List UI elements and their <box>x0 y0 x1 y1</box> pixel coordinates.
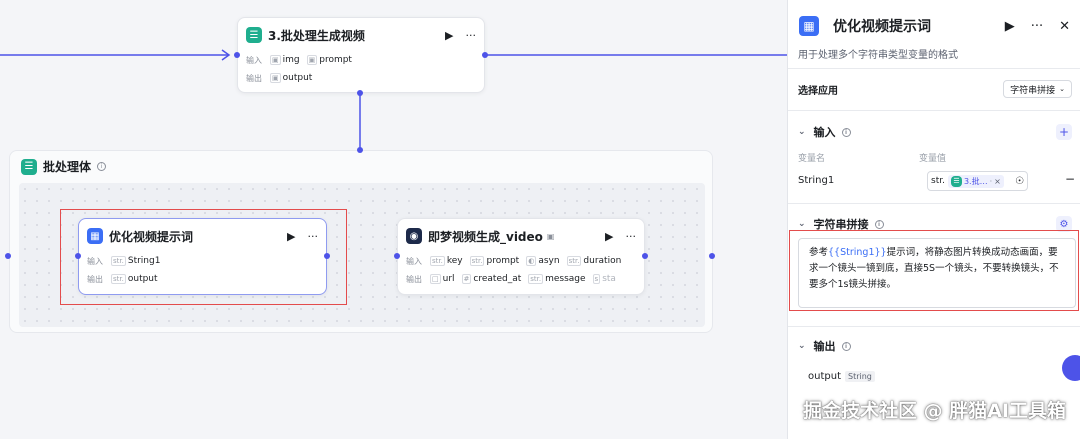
select-app-dropdown[interactable]: 字符串拼接 ⌄ <box>1003 80 1072 98</box>
output-label: 输出 <box>406 274 422 284</box>
input-prompt: ▣ prompt <box>306 55 352 65</box>
info-icon: i <box>874 219 884 229</box>
input-var-value-field[interactable]: str. ☰ 3.批… · × ☉ <box>927 171 1028 191</box>
input-var-name[interactable]: String1 <box>798 175 834 186</box>
input-img: ▣ img <box>270 55 300 65</box>
divider <box>788 110 1080 111</box>
variable-picker-icon[interactable]: ☉ <box>1015 176 1024 187</box>
play-icon[interactable]: ▶ <box>445 29 453 42</box>
remove-input-icon[interactable]: − <box>1065 172 1075 186</box>
port-group-in[interactable] <box>5 253 11 259</box>
input-label: 输入 <box>246 55 262 65</box>
reference-chip[interactable]: ☰ 3.批… · × <box>947 174 1004 188</box>
node-title: 3.批处理生成视频 <box>268 28 365 43</box>
watermark: 掘金技术社区 @ 胖猫AI工具箱 <box>802 400 1066 422</box>
input-label: 输入 <box>406 256 422 266</box>
output-created-at: # created_at <box>461 274 522 284</box>
output-output: ▣ output <box>270 73 313 83</box>
object-type-icon: □ <box>430 274 441 284</box>
output-type-badge: String <box>844 371 875 382</box>
node-config-panel: ▦ 优化视频提示词 ▶ ··· ✕ 用于处理多个字符串类型变量的格式 选择应用 … <box>787 0 1080 439</box>
port-bottom[interactable] <box>357 90 363 96</box>
close-icon[interactable]: ✕ <box>1059 19 1070 34</box>
image-type-icon: ▣ <box>306 55 318 65</box>
layers-icon: ☰ <box>950 175 962 187</box>
info-icon: i <box>841 341 851 351</box>
divider <box>788 68 1080 69</box>
info-icon: i <box>97 162 107 171</box>
string-type-icon: s <box>592 274 601 284</box>
highlight-box-template <box>789 230 1079 311</box>
plugin-badge-icon: ▣ <box>546 231 555 241</box>
text-process-icon: ▦ <box>799 16 819 36</box>
output-section-title: 输出 <box>813 340 836 353</box>
chevron-down-icon[interactable]: ⌄ <box>798 127 806 137</box>
input-duration: str. duration <box>566 256 622 266</box>
divider <box>788 203 1080 204</box>
chevron-down-icon[interactable]: ⌄ <box>798 219 806 229</box>
highlight-box-node <box>60 209 347 305</box>
col-var-value: 变量值 <box>919 154 947 164</box>
port-group-out[interactable] <box>709 253 715 259</box>
col-var-name: 变量名 <box>798 154 826 164</box>
chevron-down-icon[interactable]: ⌄ <box>798 341 806 351</box>
layers-icon: ☰ <box>246 27 262 43</box>
node-jimeng-video[interactable]: ◉ 即梦视频生成_video ▣ ▶ ··· 输入 str. key str. pr… <box>397 218 645 295</box>
play-icon[interactable]: ▶ <box>605 230 613 243</box>
clear-icon[interactable]: × <box>994 177 1001 186</box>
output-message: str. message <box>528 274 586 284</box>
info-icon: i <box>841 127 851 137</box>
input-section-title: 输入 <box>813 126 836 139</box>
more-icon[interactable]: ··· <box>1031 19 1043 34</box>
add-input-button[interactable]: + <box>1056 124 1072 140</box>
port-in[interactable] <box>234 52 240 58</box>
port-out[interactable] <box>642 253 648 259</box>
output-var-name: output <box>808 371 841 382</box>
port-group-top[interactable] <box>357 147 363 153</box>
divider <box>788 326 1080 327</box>
node-title: 即梦视频生成_video <box>428 229 543 244</box>
chevron-down-icon: ⌄ <box>1059 85 1065 93</box>
panel-title: 优化视频提示词 <box>833 19 931 35</box>
image-type-icon: ▣ <box>270 55 281 65</box>
port-out[interactable] <box>482 52 488 58</box>
input-prompt: str. prompt <box>469 256 520 266</box>
layers-icon: ☰ <box>21 158 37 175</box>
toggle-type-icon: ◐ <box>526 256 537 266</box>
more-icon[interactable]: ··· <box>626 230 637 243</box>
output-label: 输出 <box>246 73 262 83</box>
list-type-icon: ▣ <box>270 73 281 83</box>
input-key: str. key <box>430 256 463 266</box>
type-select[interactable]: str. <box>931 176 945 186</box>
video-plugin-icon: ◉ <box>406 228 422 244</box>
port-in[interactable] <box>394 253 400 259</box>
output-sta: s sta <box>592 274 616 284</box>
number-type-icon: # <box>461 274 472 284</box>
output-url: □ url <box>430 274 455 284</box>
panel-description: 用于处理多个字符串类型变量的格式 <box>798 50 958 61</box>
node-batch-video[interactable]: ☰ 3.批处理生成视频 ▶ ··· 输入 ▣ img ▣ prompt 输出 ▣ ou… <box>237 17 485 93</box>
more-icon[interactable]: ··· <box>466 29 477 42</box>
play-icon[interactable]: ▶ <box>1005 19 1015 34</box>
input-asyn: ◐ asyn <box>526 256 560 266</box>
select-app-label: 选择应用 <box>798 85 838 97</box>
group-title: 批处理体 <box>43 160 92 174</box>
